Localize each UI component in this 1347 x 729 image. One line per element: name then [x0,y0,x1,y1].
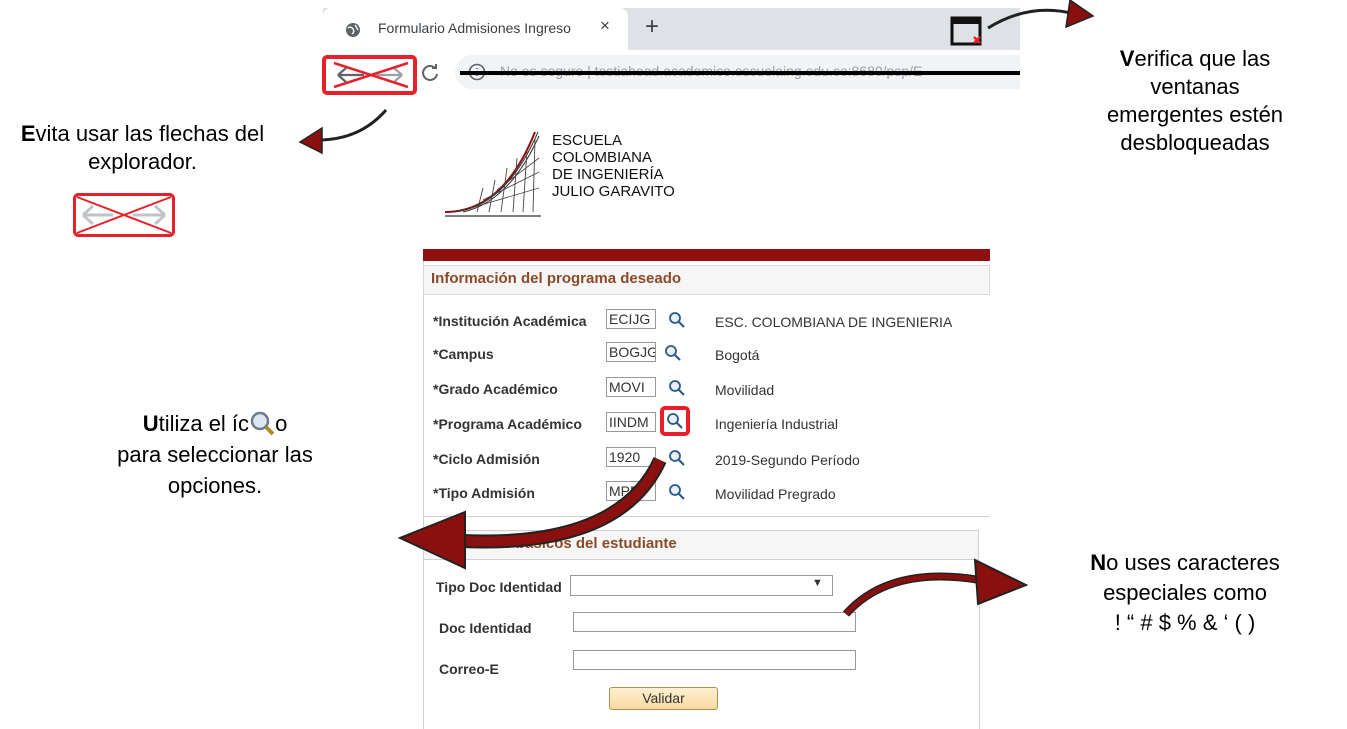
annotation-arrows [298,0,1095,617]
curved-arrow-icon [987,8,1076,30]
curved-arrow-icon [317,109,388,142]
